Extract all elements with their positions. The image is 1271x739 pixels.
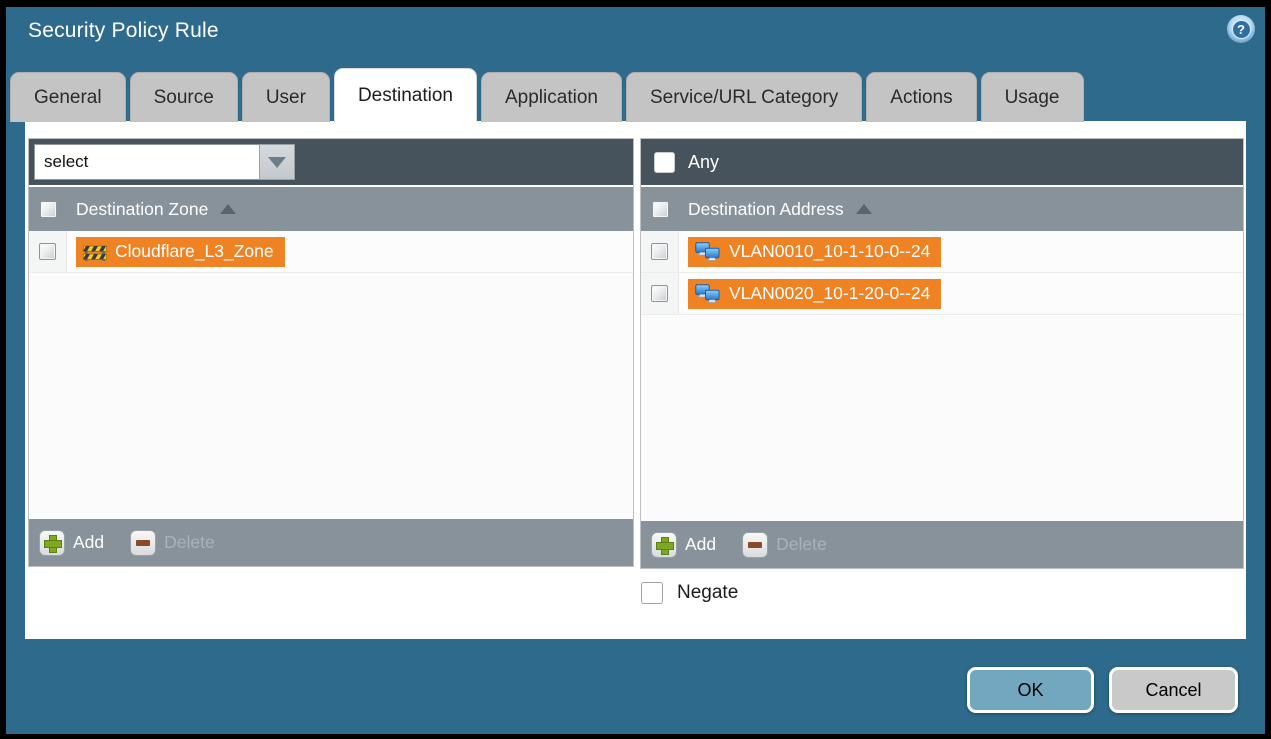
negate-checkbox[interactable]: [641, 582, 663, 604]
zone-delete-button[interactable]: Delete: [130, 530, 215, 556]
ok-button[interactable]: OK: [967, 667, 1094, 713]
zone-panel-header: [29, 139, 633, 185]
zone-list: Cloudflare_L3_Zone: [29, 231, 633, 519]
address-delete-button[interactable]: Delete: [742, 532, 827, 558]
negate-row: Negate: [641, 582, 738, 604]
zone-select-combo: [34, 144, 295, 180]
zone-column-header: Destination Zone: [29, 187, 633, 231]
zone-tag[interactable]: Cloudflare_L3_Zone: [76, 237, 285, 267]
tab-bar: General Source User Destination Applicat…: [10, 68, 1084, 122]
zone-column-title[interactable]: Destination Zone: [76, 199, 208, 220]
add-plus-icon: [651, 532, 677, 558]
cancel-button[interactable]: Cancel: [1109, 667, 1238, 713]
security-policy-rule-dialog: Security Policy Rule ? General Source Us…: [0, 0, 1271, 739]
zone-select-dropdown-button[interactable]: [259, 144, 295, 180]
address-name: VLAN0020_10-1-20-0--24: [729, 283, 930, 304]
address-row[interactable]: VLAN0010_10-1-10-0--24: [641, 231, 1243, 273]
add-plus-icon: [39, 530, 65, 556]
any-label: Any: [688, 152, 719, 173]
tab-source[interactable]: Source: [130, 72, 238, 122]
address-tag[interactable]: VLAN0020_10-1-20-0--24: [688, 279, 941, 309]
zone-add-button[interactable]: Add: [39, 530, 104, 556]
zone-add-label: Add: [73, 532, 104, 553]
address-column-title[interactable]: Destination Address: [688, 199, 844, 220]
zone-icon: [83, 243, 107, 261]
address-name: VLAN0010_10-1-10-0--24: [729, 241, 930, 262]
address-row[interactable]: VLAN0020_10-1-20-0--24: [641, 273, 1243, 315]
zone-select-all-checkbox[interactable]: [40, 201, 57, 218]
tab-service-url-category[interactable]: Service/URL Category: [626, 72, 862, 122]
address-panel-footer: Add Delete: [641, 521, 1243, 568]
address-panel-header: Any: [641, 139, 1243, 185]
dialog-title: Security Policy Rule: [28, 19, 219, 43]
tab-general[interactable]: General: [10, 72, 126, 122]
any-checkbox[interactable]: [654, 152, 675, 173]
destination-tab-content: Destination Zone Cloudflare_L3_Zone: [25, 121, 1246, 639]
destination-zone-panel: Destination Zone Cloudflare_L3_Zone: [28, 138, 634, 567]
chevron-down-icon: [268, 157, 286, 168]
tab-user[interactable]: User: [242, 72, 330, 122]
help-icon[interactable]: ?: [1227, 15, 1255, 43]
address-add-button[interactable]: Add: [651, 532, 716, 558]
tab-destination[interactable]: Destination: [334, 68, 477, 122]
destination-address-panel: Any Destination Address VLAN0010_10-1-1: [640, 138, 1244, 569]
sort-ascending-icon: [220, 204, 236, 214]
negate-label: Negate: [677, 582, 738, 604]
zone-panel-footer: Add Delete: [29, 519, 633, 566]
tab-actions[interactable]: Actions: [866, 72, 976, 122]
address-list: VLAN0010_10-1-10-0--24 VLAN0020_10-1-20-…: [641, 231, 1243, 521]
address-column-header: Destination Address: [641, 187, 1243, 231]
address-icon: [695, 284, 721, 304]
help-question-glyph: ?: [1232, 20, 1251, 39]
delete-minus-icon: [742, 532, 768, 558]
sort-ascending-icon: [856, 204, 872, 214]
zone-row-checkbox[interactable]: [39, 243, 56, 260]
address-tag[interactable]: VLAN0010_10-1-10-0--24: [688, 237, 941, 267]
tab-application[interactable]: Application: [481, 72, 622, 122]
zone-name: Cloudflare_L3_Zone: [115, 241, 274, 262]
address-delete-label: Delete: [776, 534, 827, 555]
address-select-all-checkbox[interactable]: [652, 201, 669, 218]
address-add-label: Add: [685, 534, 716, 555]
delete-minus-icon: [130, 530, 156, 556]
zone-select-input[interactable]: [34, 144, 259, 180]
address-row-checkbox[interactable]: [651, 285, 668, 302]
address-icon: [695, 242, 721, 262]
tab-usage[interactable]: Usage: [981, 72, 1084, 122]
address-row-checkbox[interactable]: [651, 243, 668, 260]
zone-row[interactable]: Cloudflare_L3_Zone: [29, 231, 633, 273]
zone-delete-label: Delete: [164, 532, 215, 553]
